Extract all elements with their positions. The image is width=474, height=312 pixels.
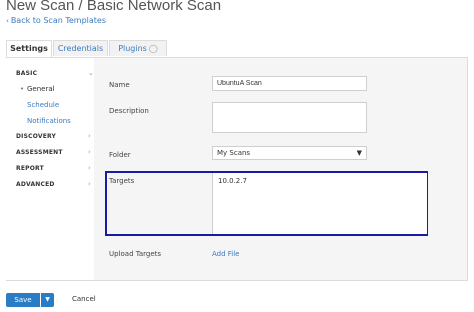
eye-icon: ◯ [148,44,158,53]
page-title: New Scan / Basic Network Scan [6,0,222,14]
chevron-down-icon: ⌄ [88,69,94,77]
sidebar-item-assessment[interactable]: ASSESSMENT [16,149,63,156]
upload-targets-label: Upload Targets [109,250,162,258]
chevron-right-icon: › [88,148,91,156]
chevron-right-icon: › [88,132,91,140]
add-file-link[interactable]: Add File [212,250,240,258]
sidebar-item-general[interactable]: • General [20,85,55,93]
sidebar-item-discovery[interactable]: DISCOVERY [16,133,56,140]
folder-select-value: My Scans [217,149,251,157]
name-field[interactable] [212,76,367,91]
chevron-left-icon: ‹ [6,17,9,25]
chevron-right-icon: › [88,180,91,188]
name-label: Name [109,81,130,89]
targets-field[interactable]: 10.0.2.7 [212,173,427,234]
folder-select[interactable]: My Scans ▼ [212,146,367,160]
targets-label: Targets [109,177,135,185]
description-field[interactable] [212,102,367,133]
form-area [95,58,467,280]
caret-down-icon: ▼ [356,149,362,157]
tab-settings[interactable]: Settings [6,40,52,58]
save-dropdown-button[interactable]: ▼ [41,293,54,307]
save-button[interactable]: Save [6,293,40,307]
tab-credentials[interactable]: Credentials [53,40,108,56]
tab-plugins-label: Plugins [118,44,147,53]
back-link-label: Back to Scan Templates [10,16,107,25]
cancel-button[interactable]: Cancel [72,295,96,303]
sidebar-item-notifications[interactable]: Notifications [27,117,71,125]
settings-sidebar: BASIC ⌄ • General Schedule Notifications … [6,58,94,280]
bullet-icon: • [20,85,25,93]
sidebar-item-basic[interactable]: BASIC [16,70,37,77]
sidebar-item-report[interactable]: REPORT [16,165,44,172]
caret-down-icon: ▼ [45,296,50,303]
back-to-templates-link[interactable]: ‹ Back to Scan Templates [6,16,106,25]
folder-label: Folder [109,151,131,159]
tab-plugins[interactable]: Plugins ◯ [109,40,167,56]
sidebar-item-schedule[interactable]: Schedule [27,101,59,109]
sidebar-item-advanced[interactable]: ADVANCED [16,181,55,188]
chevron-right-icon: › [88,164,91,172]
sidebar-item-general-label: General [27,85,55,93]
description-label: Description [109,107,149,115]
